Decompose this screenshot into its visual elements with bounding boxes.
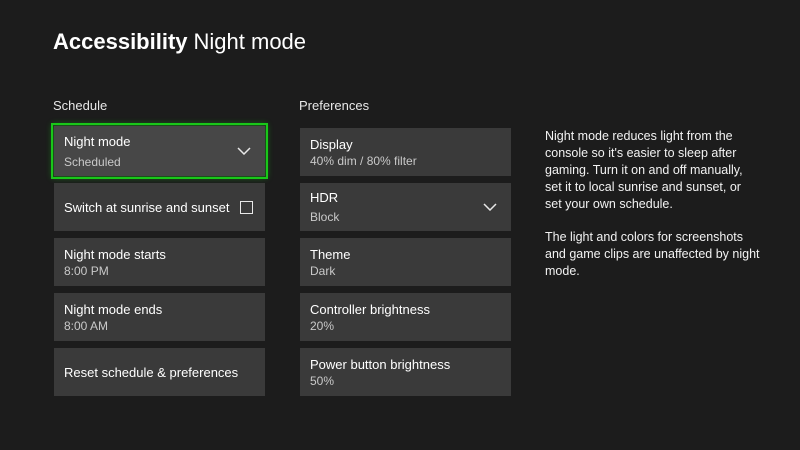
display-button[interactable]: Display 40% dim / 80% filter [300, 128, 511, 176]
theme-label: Theme [310, 247, 351, 262]
description-paragraph-2: The light and colors for screenshots and… [545, 230, 760, 278]
night-mode-screen: Accessibility Night mode Schedule Night m… [0, 0, 800, 450]
page-subtitle: Night mode [193, 29, 307, 54]
night-mode-ends-label: Night mode ends [64, 302, 163, 317]
power-button-brightness-label: Power button brightness [310, 357, 451, 372]
night-mode-ends-button[interactable]: Night mode ends 8:00 AM [54, 293, 265, 341]
night-mode-dropdown[interactable]: Night mode Scheduled [51, 123, 268, 179]
preferences-heading: Preferences [299, 98, 370, 113]
night-mode-starts-button[interactable]: Night mode starts 8:00 PM [54, 238, 265, 286]
hdr-dropdown[interactable]: HDR Block [300, 183, 511, 231]
theme-button[interactable]: Theme Dark [300, 238, 511, 286]
hdr-value: Block [310, 210, 340, 224]
power-button-brightness-value: 50% [310, 374, 335, 388]
night-mode-label: Night mode [64, 134, 131, 149]
controller-brightness-button[interactable]: Controller brightness 20% [300, 293, 511, 341]
night-mode-starts-value: 8:00 PM [64, 264, 109, 278]
sunrise-sunset-label: Switch at sunrise and sunset [64, 200, 230, 215]
reset-schedule-button[interactable]: Reset schedule & preferences [54, 348, 265, 396]
checkbox-icon[interactable] [240, 201, 253, 214]
controller-brightness-label: Controller brightness [310, 302, 430, 317]
night-mode-value: Scheduled [64, 155, 121, 169]
controller-brightness-value: 20% [310, 319, 335, 333]
theme-value: Dark [310, 264, 336, 278]
night-mode-ends-value: 8:00 AM [64, 319, 109, 333]
hdr-label: HDR [310, 190, 339, 205]
schedule-heading: Schedule [53, 98, 108, 113]
chevron-down-icon [237, 147, 251, 155]
display-value: 40% dim / 80% filter [310, 154, 417, 168]
sunrise-sunset-toggle[interactable]: Switch at sunrise and sunset [54, 183, 265, 231]
chevron-down-icon [483, 203, 497, 211]
page-title: Accessibility Night mode [53, 28, 306, 56]
page-section: Accessibility [53, 29, 188, 54]
display-label: Display [310, 137, 353, 152]
reset-schedule-label: Reset schedule & preferences [64, 365, 239, 380]
power-button-brightness-button[interactable]: Power button brightness 50% [300, 348, 511, 396]
description-paragraph-1: Night mode reduces light from the consol… [545, 129, 743, 211]
night-mode-starts-label: Night mode starts [64, 247, 166, 262]
